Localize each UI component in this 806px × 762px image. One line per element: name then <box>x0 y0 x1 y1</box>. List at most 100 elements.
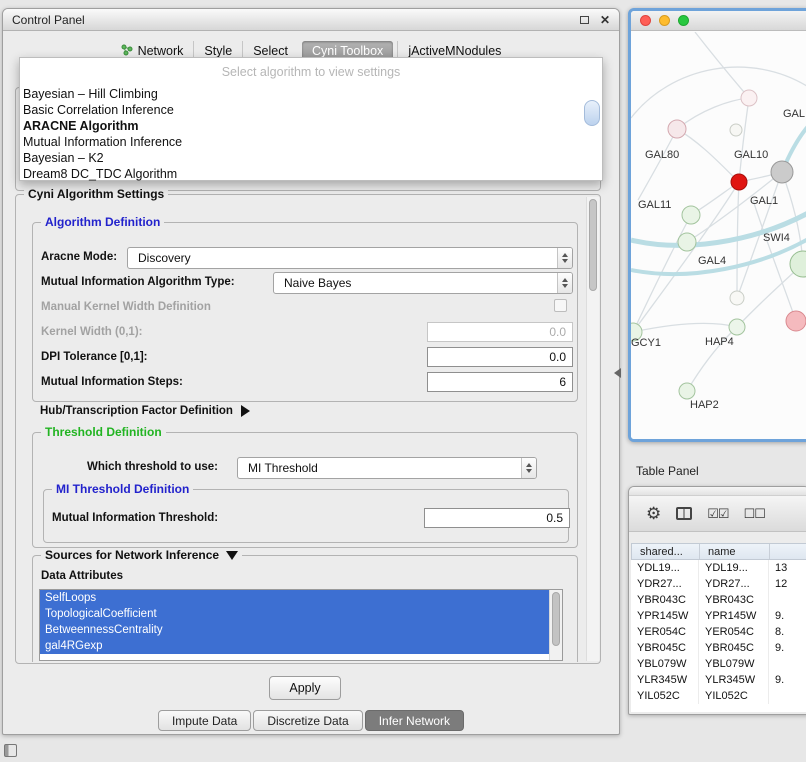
node-label: GAL10 <box>734 149 768 161</box>
table-row[interactable]: YBL079W YBL079W <box>631 656 806 672</box>
table-window-titlebar[interactable] <box>629 487 806 496</box>
tab-infer-network[interactable]: Infer Network <box>365 710 464 731</box>
bottom-tab-bar: Impute Data Discretize Data Infer Networ… <box>3 710 619 731</box>
column-header-extra[interactable] <box>770 544 806 559</box>
network-window-titlebar[interactable] <box>631 11 806 31</box>
table-row[interactable]: YER054C YER054C 8. <box>631 624 806 640</box>
kernel-width-field[interactable] <box>427 322 573 342</box>
columns-icon[interactable] <box>676 507 692 520</box>
table-panel-title: Table Panel <box>636 464 699 478</box>
dpi-tolerance-field[interactable] <box>427 347 573 367</box>
control-panel-window: Control Panel ✕ Network S <box>2 8 620 735</box>
table-row[interactable]: YDR27... YDR27... 12 <box>631 576 806 592</box>
network-node[interactable] <box>668 120 686 138</box>
cell-shared: YER054C <box>631 624 699 640</box>
panel-toggle-icon[interactable] <box>4 744 17 757</box>
node-label: GAL1 <box>750 195 778 207</box>
network-node[interactable] <box>786 311 806 331</box>
list-item[interactable]: gal4RGexp <box>40 638 549 654</box>
table-row[interactable]: YDL19... YDL19... 13 <box>631 560 806 576</box>
apply-button[interactable]: Apply <box>269 676 341 700</box>
dropdown-option[interactable]: Dream8 DC_TDC Algorithm <box>20 166 602 182</box>
mi-type-value: Naive Bayes <box>284 276 351 290</box>
cell-shared: YBR043C <box>631 592 699 608</box>
dropdown-option-selected[interactable]: ARACNE Algorithm <box>20 118 602 134</box>
manual-kernel-checkbox[interactable] <box>554 299 567 312</box>
table-row[interactable]: YLR345W YLR345W 9. <box>631 672 806 688</box>
dropdown-option[interactable]: Bayesian – K2 <box>20 150 602 166</box>
which-threshold-combo[interactable]: MI Threshold <box>237 457 537 479</box>
cell-shared: YLR345W <box>631 672 699 688</box>
dropdown-scrollbar-thumb[interactable] <box>584 100 600 126</box>
settings-scrollbar[interactable] <box>586 197 599 661</box>
list-scrollbar[interactable] <box>549 590 562 660</box>
cell-name: YBR043C <box>699 592 769 608</box>
which-threshold-label: Which threshold to use: <box>87 461 218 473</box>
list-item[interactable]: BetweennessCentrality <box>40 622 549 638</box>
cell-name: YDL19... <box>699 560 769 576</box>
which-threshold-value: MI Threshold <box>248 461 318 475</box>
cell-value: 9. <box>769 608 806 624</box>
table-row[interactable]: YBR043C YBR043C <box>631 592 806 608</box>
settings-scrollbar-thumb[interactable] <box>589 199 597 291</box>
dropdown-option[interactable]: Mutual Information Inference <box>20 134 602 150</box>
network-node[interactable] <box>730 124 742 136</box>
select-all-rows-icon[interactable]: ☑☑ <box>707 507 728 520</box>
network-node[interactable] <box>771 161 793 183</box>
cell-shared: YPR145W <box>631 608 699 624</box>
network-node[interactable] <box>678 233 696 251</box>
close-panel-icon[interactable]: ✕ <box>600 14 610 26</box>
expanded-arrow-icon[interactable] <box>226 551 238 560</box>
network-node[interactable] <box>731 174 747 190</box>
list-item[interactable]: SelfLoops <box>40 590 549 606</box>
network-edge <box>677 129 739 182</box>
cell-value: 12 <box>769 576 806 592</box>
tab-discretize-data[interactable]: Discretize Data <box>253 710 362 731</box>
table-row[interactable]: YPR145W YPR145W 9. <box>631 608 806 624</box>
dropdown-option[interactable]: Basic Correlation Inference <box>20 102 602 118</box>
deselect-all-rows-icon[interactable]: ☐☐ <box>744 507 765 520</box>
minimize-traffic-light-icon[interactable] <box>659 15 670 26</box>
mi-threshold-group: MI Threshold Definition Mutual Informati… <box>43 489 569 543</box>
column-header-name[interactable]: name <box>700 544 770 559</box>
zoom-traffic-light-icon[interactable] <box>678 15 689 26</box>
network-node[interactable] <box>730 291 744 305</box>
network-canvas[interactable]: GAL80 GAL10 GAL GAL11 GAL1 SWI4 GAL4 GCY… <box>631 32 806 439</box>
cell-name: YPR145W <box>699 608 769 624</box>
network-node[interactable] <box>679 383 695 399</box>
network-node[interactable] <box>729 319 745 335</box>
float-panel-icon[interactable] <box>580 16 589 24</box>
table-toolbar: ⚙ ☑☑ ☐☐ <box>629 496 806 532</box>
table-row[interactable]: YBR045C YBR045C 9. <box>631 640 806 656</box>
network-node[interactable] <box>682 206 700 224</box>
algorithm-definition-group: Algorithm Definition Aracne Mode: Discov… <box>32 222 578 402</box>
tab-jactivemnodules-label: jActiveMNodules <box>408 44 501 58</box>
data-attributes-list[interactable]: SelfLoops TopologicalCoefficient Between… <box>39 589 563 661</box>
cell-shared: YDL19... <box>631 560 699 576</box>
mi-type-combo[interactable]: Naive Bayes <box>273 272 573 294</box>
list-item[interactable]: TopologicalCoefficient <box>40 606 549 622</box>
panel-collapse-grip[interactable] <box>614 368 621 378</box>
close-traffic-light-icon[interactable] <box>640 15 651 26</box>
hub-definition-section[interactable]: Hub/Transcription Factor Definition <box>40 405 250 417</box>
tab-infer-label: Infer Network <box>379 714 450 728</box>
mi-threshold-field[interactable] <box>424 508 570 528</box>
mi-steps-field[interactable] <box>427 372 573 392</box>
aracne-mode-combo[interactable]: Discovery <box>127 247 573 269</box>
network-view-window: GAL80 GAL10 GAL GAL11 GAL1 SWI4 GAL4 GCY… <box>628 8 806 442</box>
network-node[interactable] <box>741 90 757 106</box>
manual-kernel-label: Manual Kernel Width Definition <box>41 301 211 313</box>
mi-steps-label: Mutual Information Steps: <box>41 376 183 388</box>
gear-icon[interactable]: ⚙ <box>646 505 661 522</box>
cell-value: 9. <box>769 672 806 688</box>
cell-shared: YBL079W <box>631 656 699 672</box>
table-row[interactable]: YIL052C YIL052C <box>631 688 806 704</box>
cell-value: 9. <box>769 640 806 656</box>
list-scrollbar-thumb[interactable] <box>552 592 560 646</box>
collapsed-arrow-icon[interactable] <box>241 405 250 417</box>
dropdown-option[interactable]: Bayesian – Hill Climbing <box>20 86 602 102</box>
node-label: SWI4 <box>763 232 790 244</box>
control-panel-titlebar[interactable]: Control Panel ✕ <box>3 9 619 31</box>
column-header-shared-name[interactable]: shared... <box>632 544 700 559</box>
tab-impute-data[interactable]: Impute Data <box>158 710 251 731</box>
